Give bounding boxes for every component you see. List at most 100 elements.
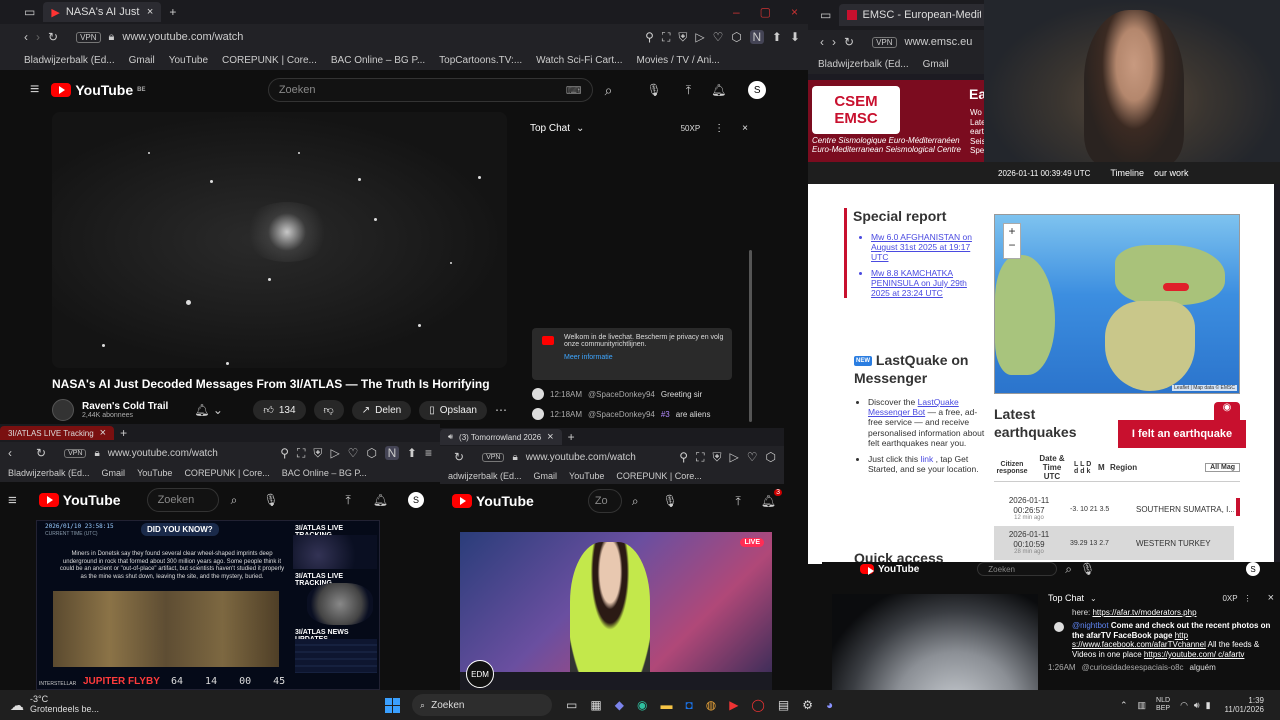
reload-icon[interactable]: ↻	[454, 450, 464, 464]
upload-icon[interactable]: ⤒	[735, 494, 740, 509]
play-icon[interactable]: ▷	[330, 446, 339, 460]
back-icon[interactable]: ‹	[820, 35, 824, 49]
map-zoom-control[interactable]: + −	[1003, 223, 1021, 259]
vpn-badge[interactable]: VPN	[64, 448, 87, 458]
search-icon[interactable]: ⌕	[605, 82, 613, 99]
url-field[interactable]: VPN 🔒︎ www.youtube.com/watch	[472, 449, 671, 466]
play-icon[interactable]: ▷	[695, 30, 704, 44]
weather-widget[interactable]: ☁ -3°C Grotendeels be...	[10, 694, 99, 715]
message-author[interactable]: @SpaceDonkey94	[588, 410, 655, 419]
upload-icon[interactable]: ⤒	[345, 493, 350, 508]
search-icon[interactable]: ⌕	[1065, 562, 1072, 577]
edge-icon[interactable]: ◉	[637, 698, 647, 712]
settings-icon[interactable]: ⚙	[802, 698, 813, 712]
pin-icon[interactable]: ⚲	[280, 446, 289, 460]
reload-icon[interactable]: ↻	[844, 35, 854, 49]
zoom-out-icon[interactable]: −	[1008, 238, 1015, 252]
pin-icon[interactable]: ⚲	[679, 450, 688, 464]
quake-scrollbar[interactable]	[1236, 498, 1240, 516]
channel-avatar[interactable]	[52, 399, 74, 421]
teams-icon[interactable]: ◆	[615, 698, 624, 712]
bookmark-item[interactable]: BAC Online – BG P...	[282, 468, 367, 478]
microphone-icon[interactable]: 🎙︎	[647, 83, 662, 97]
vpn-badge[interactable]: VPN	[76, 31, 101, 43]
bell-icon[interactable]: 🔔︎ 3	[761, 489, 782, 508]
taskbar-search[interactable]: ⌕ Zoeken	[412, 694, 553, 716]
bookmark-item[interactable]: Gmail	[923, 59, 949, 70]
share-icon[interactable]: ⬆	[407, 446, 417, 460]
quake-row[interactable]: 2026-01-11 00:26:57 12 min ago -3. 10 21…	[994, 492, 1234, 526]
forward-icon[interactable]: ›	[832, 35, 836, 49]
get-started-link[interactable]: link	[920, 454, 933, 464]
chat-mode-dropdown[interactable]: Top Chat	[1048, 593, 1084, 603]
save-button[interactable]: ▯ Opslaan	[419, 400, 487, 420]
heart-icon[interactable]: ♡	[713, 30, 724, 44]
extensions-icon[interactable]: ⬡	[766, 450, 776, 464]
bookmark-item[interactable]: TopCartoons.TV:...	[439, 55, 522, 66]
screenshot-icon[interactable]: ⛶	[297, 446, 305, 461]
notepad-icon[interactable]: ▤	[778, 698, 789, 712]
youtube-logo[interactable]: YouTube BE	[51, 82, 146, 98]
outlook-icon[interactable]: ◘	[685, 698, 692, 712]
chat-more-icon[interactable]: ⋮	[1244, 594, 1252, 603]
report-link[interactable]: Mw 6.0 AFGHANISTAN on August 31st 2025 a…	[871, 232, 986, 262]
close-icon[interactable]: ×	[547, 431, 553, 443]
moderators-link[interactable]: https://afar.tv/moderators.php	[1092, 608, 1196, 617]
url-field[interactable]: VPN 🔒︎ www.youtube.com/watch	[66, 28, 637, 47]
screenshot-icon[interactable]: ⛶	[662, 30, 670, 45]
volume-icon[interactable]: 🔊︎	[1194, 700, 1200, 711]
minimize-icon[interactable]: –	[733, 5, 740, 19]
shield-icon[interactable]: ⛨	[313, 446, 322, 461]
opera-icon[interactable]: ◯	[751, 698, 764, 712]
zoom-in-icon[interactable]: +	[1008, 224, 1015, 238]
shield-icon[interactable]: ⛨	[713, 450, 722, 465]
message-author[interactable]: @nightbot	[1072, 621, 1109, 630]
youtube-logo[interactable]: YouTube	[38, 492, 121, 508]
profile-n-icon[interactable]: N	[384, 446, 399, 460]
bookmark-item[interactable]: YouTube	[569, 471, 604, 481]
bookmark-item[interactable]: Bladwijzerbalk (Ed...	[818, 59, 909, 70]
bookmark-item[interactable]: Gmail	[534, 471, 558, 481]
like-button[interactable]: 👍︎ 134	[253, 400, 306, 420]
back-icon[interactable]: ‹	[24, 30, 28, 44]
tab-active[interactable]: ▶ NASA's AI Just Decoded ×	[43, 2, 162, 22]
bookmark-item[interactable]: COREPUNK | Core...	[222, 55, 317, 66]
tab-active[interactable]: EMSC - European-Mediter	[839, 4, 990, 26]
maximize-icon[interactable]: ▢	[760, 5, 771, 19]
vpn-badge[interactable]: VPN	[872, 36, 897, 48]
search-input[interactable]: Zoeken ⌨	[267, 78, 593, 102]
menu-icon[interactable]: ≡	[30, 81, 39, 99]
tab-active[interactable]: 3I/ATLAS LIVE Tracking ×	[0, 426, 115, 440]
vpn-badge[interactable]: VPN	[482, 452, 505, 462]
emsc-logo[interactable]: CSEM EMSC	[812, 86, 900, 134]
pin-icon[interactable]: ⚲	[645, 30, 654, 44]
youtube-logo[interactable]: YouTube	[452, 493, 534, 509]
microphone-icon[interactable]: 🎙︎	[1080, 562, 1095, 576]
microphone-icon[interactable]: 🎙︎	[663, 494, 678, 508]
chat-mode-dropdown[interactable]: Top Chat	[530, 123, 570, 134]
start-icon[interactable]	[385, 697, 401, 713]
more-icon[interactable]: ⋯	[495, 403, 507, 417]
bell-icon[interactable]: 🔔︎	[711, 83, 726, 97]
col-datetime[interactable]: Date & Time UTC	[1034, 454, 1070, 481]
earth-stream[interactable]	[832, 594, 1038, 690]
search-input[interactable]: Zoeken	[977, 562, 1058, 576]
chat-more-icon[interactable]: ⋮	[714, 123, 724, 134]
screenshot-icon[interactable]: ⛶	[696, 450, 704, 465]
avatar[interactable]: S	[1246, 562, 1260, 576]
channel-name[interactable]: Raven's Cold Trail	[82, 401, 168, 412]
workspace-icon[interactable]: ▭	[24, 5, 35, 19]
share-icon[interactable]: ⬆	[772, 30, 782, 44]
chevron-down-icon[interactable]: ⌄	[1090, 594, 1097, 603]
search-icon[interactable]: ⌕	[632, 494, 639, 509]
search-input[interactable]: Zo	[587, 489, 622, 513]
magnitude-filter[interactable]: All Mag	[1205, 463, 1240, 472]
tray-chevron-icon[interactable]: ⌃	[1120, 700, 1128, 711]
bookmark-item[interactable]: Gmail	[129, 55, 155, 66]
report-link[interactable]: Mw 8.8 KAMCHATKA PENINSULA on July 29th …	[871, 268, 986, 298]
language-indicator[interactable]: NLD BEP	[1156, 697, 1170, 712]
network-icon[interactable]: ▥	[1138, 700, 1147, 711]
new-tab-icon[interactable]: +	[120, 426, 127, 440]
subscribe-bell-icon[interactable]: 🔔︎ ⌄	[194, 403, 223, 417]
forward-icon[interactable]: ›	[36, 30, 40, 44]
